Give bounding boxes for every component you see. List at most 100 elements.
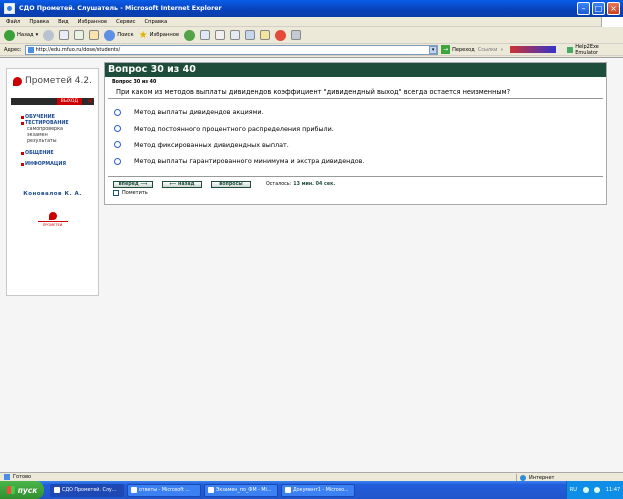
small-flame-icon xyxy=(48,211,57,220)
address-input[interactable] xyxy=(35,46,428,53)
question-text: При каком из методов выплаты дивидендов … xyxy=(108,85,603,99)
taskbar: пуск СДО Прометей. Слу... ответы - Micro… xyxy=(0,481,623,499)
plugin-button[interactable]: Help2Exe Emulator xyxy=(567,44,623,56)
back-button[interactable]: Назад ▾ xyxy=(4,29,38,41)
links-label[interactable]: Ссылки xyxy=(478,47,498,53)
plugin-icon xyxy=(567,46,574,53)
print-icon[interactable] xyxy=(215,30,226,40)
answer-label: Метод постоянного процентного распределе… xyxy=(134,124,334,133)
history-icon[interactable] xyxy=(184,29,196,41)
menu-tools[interactable]: Сервис xyxy=(116,19,135,25)
favorites-button[interactable]: ★ Избранное xyxy=(139,30,179,41)
page-content: Прометей 4.2. ВЫХОД × ОБУЧЕНИЕ ТЕСТИРОВА… xyxy=(0,57,623,472)
minimize-button[interactable]: – xyxy=(577,2,590,15)
answer-radio[interactable] xyxy=(114,108,121,116)
user-name: Коновалов К. А. xyxy=(23,190,82,197)
answer-radio[interactable] xyxy=(114,157,121,165)
sidebar-item-information[interactable]: ИНФОРМАЦИЯ xyxy=(21,162,98,167)
sidebar: Прометей 4.2. ВЫХОД × ОБУЧЕНИЕ ТЕСТИРОВА… xyxy=(6,68,99,296)
messenger-icon[interactable] xyxy=(260,30,271,40)
toolbar: Назад ▾ Поиск ★ Избранное xyxy=(0,27,623,44)
exit-button[interactable]: ВЫХОД xyxy=(56,98,82,105)
question-number: Вопрос 30 из 40 xyxy=(112,80,157,85)
word-icon xyxy=(285,487,291,493)
system-tray: RU 11:47 xyxy=(566,481,623,499)
menu-bar: Файл Правка Вид Избранное Сервис Справка xyxy=(0,17,623,27)
ie-icon xyxy=(54,487,60,493)
taskbar-item-exam[interactable]: Экзамен_по_ФМ - Mi... xyxy=(204,483,278,497)
discuss-icon[interactable] xyxy=(245,30,256,40)
status-text: Готово xyxy=(13,474,32,480)
question-header: Вопрос 30 из 40 xyxy=(105,63,606,77)
maximize-button[interactable]: □ xyxy=(592,2,605,15)
time-remaining: Осталось: 13 мин. 04 сек. xyxy=(266,181,336,187)
sidebar-menu: ОБУЧЕНИЕ ТЕСТИРОВАНИЕ самопроверка экзам… xyxy=(21,115,98,167)
status-bar: Готово Интернет xyxy=(0,472,623,481)
taskbar-item-document[interactable]: Документ1 - Microso... xyxy=(281,483,355,497)
address-bar: Адрес: ▾ → Переход Ссылки » Help2Exe Emu… xyxy=(0,44,623,56)
mail-icon[interactable] xyxy=(200,30,211,40)
forward-button[interactable] xyxy=(43,29,55,41)
ie-icon xyxy=(4,3,15,14)
menu-file[interactable]: Файл xyxy=(6,19,20,25)
sidebar-item-testing[interactable]: ТЕСТИРОВАНИЕ xyxy=(21,121,98,126)
question-panel: Вопрос 30 из 40 Вопрос 30 из 40 При како… xyxy=(104,62,607,205)
answer-option[interactable]: Метод выплаты гарантированного минимума … xyxy=(105,153,606,169)
menu-help[interactable]: Справка xyxy=(144,19,167,25)
address-dropdown[interactable]: ▾ xyxy=(429,45,438,54)
volume-icon[interactable] xyxy=(594,487,601,493)
answer-option[interactable]: Метод выплаты дивидендов акциями. xyxy=(105,104,606,120)
taskbar-item-ie[interactable]: СДО Прометей. Слу... xyxy=(50,483,124,497)
flame-icon xyxy=(13,76,22,86)
answer-option[interactable]: Метод постоянного процентного распределе… xyxy=(105,120,606,136)
menu-favorites[interactable]: Избранное xyxy=(78,19,107,25)
time-remaining-value: 13 мин. 04 сек. xyxy=(293,181,336,187)
exit-bar: ВЫХОД × xyxy=(11,98,94,105)
search-icon xyxy=(104,29,116,41)
title-bar: СДО Прометей. Слушатель - Microsoft Inte… xyxy=(0,0,623,17)
address-label: Адрес: xyxy=(4,46,22,53)
prometheus-logo: Прометей 4.2. xyxy=(7,72,98,90)
windows-flag-icon xyxy=(6,486,15,494)
edit-icon[interactable] xyxy=(230,30,241,40)
stop-icon[interactable] xyxy=(59,30,70,40)
network-icon[interactable] xyxy=(582,487,589,493)
close-button[interactable]: × xyxy=(607,2,620,15)
address-box: ▾ xyxy=(24,44,439,55)
page-status-icon xyxy=(4,474,10,480)
media-icon[interactable] xyxy=(291,30,302,40)
menu-view[interactable]: Вид xyxy=(58,19,69,25)
close-x-icon[interactable]: × xyxy=(87,98,93,105)
research-icon[interactable] xyxy=(275,29,287,41)
mark-checkbox[interactable] xyxy=(113,189,119,196)
taskbar-item-answers[interactable]: ответы - Microsoft ... xyxy=(127,483,201,497)
answer-options: Метод выплаты дивидендов акциями. Метод … xyxy=(105,99,606,170)
windows-logo-icon xyxy=(601,17,623,27)
globe-icon xyxy=(520,474,526,481)
menu-edit[interactable]: Правка xyxy=(29,19,49,25)
answer-radio[interactable] xyxy=(114,141,121,149)
search-button[interactable]: Поиск xyxy=(104,29,134,41)
go-arrow-icon: → xyxy=(441,45,451,54)
window-title: СДО Прометей. Слушатель - Microsoft Inte… xyxy=(19,5,222,12)
navigation-row: вперед ⟶ ⟵ назад вопросы Осталось: 13 ми… xyxy=(105,177,606,188)
word-icon xyxy=(131,487,137,493)
answer-radio[interactable] xyxy=(114,125,121,133)
search-toolbar-widget[interactable] xyxy=(510,46,557,53)
go-button[interactable]: → Переход xyxy=(441,45,475,54)
word-icon xyxy=(208,487,214,493)
answer-label: Метод выплаты дивидендов акциями. xyxy=(134,108,264,117)
answer-label: Метод выплаты гарантированного минимума … xyxy=(134,157,365,166)
start-button[interactable]: пуск xyxy=(0,481,44,499)
next-button[interactable]: вперед ⟶ xyxy=(113,180,153,188)
questions-button[interactable]: вопросы xyxy=(211,180,251,188)
language-indicator[interactable]: RU xyxy=(570,487,577,493)
home-icon[interactable] xyxy=(89,30,100,40)
sidebar-item-learning[interactable]: ОБУЧЕНИЕ xyxy=(21,115,98,120)
answer-option[interactable]: Метод фиксированных дивидендных выплат. xyxy=(105,137,606,153)
back-arrow-icon xyxy=(4,29,15,41)
small-prometheus-logo: ПРОМЕТЕЙ xyxy=(37,211,68,227)
back-question-button[interactable]: ⟵ назад xyxy=(162,180,202,188)
refresh-icon[interactable] xyxy=(74,30,85,40)
sidebar-item-communication[interactable]: ОБЩЕНИЕ xyxy=(21,151,98,156)
